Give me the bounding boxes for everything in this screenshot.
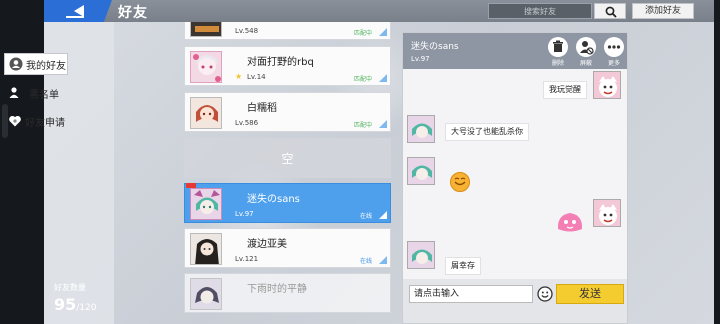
- delete-label: 删除: [551, 60, 564, 67]
- friend-card[interactable]: 对面打野的rbq ★ Lv.14 匹配中: [184, 46, 391, 86]
- block-user-icon: [580, 41, 594, 55]
- chat-header: 迷失のsans Lv.97 删除 屏蔽 更多: [403, 33, 627, 69]
- sidebar-item-label: 好友申请: [25, 117, 65, 129]
- signal-icon: [379, 28, 387, 36]
- friend-level: Lv.548: [235, 27, 259, 35]
- back-icon: [66, 5, 84, 18]
- add-friend-button[interactable]: 添加好友: [632, 3, 694, 19]
- signal-icon: [379, 256, 387, 264]
- friend-avatar: [190, 188, 222, 220]
- friend-avatar: [190, 22, 222, 37]
- friend-chat-avatar: [407, 115, 435, 143]
- signal-icon: [379, 74, 387, 82]
- block-friend-button[interactable]: 屏蔽: [575, 37, 597, 67]
- pink-slime-sticker-icon: [557, 213, 583, 232]
- sidebar-item-label: 我的好友: [26, 60, 66, 72]
- device-bezel-left: [0, 0, 44, 324]
- back-button[interactable]: [44, 0, 112, 22]
- emoji-button-icon[interactable]: [537, 286, 553, 302]
- game-screen: 好友 搜索好友 添加好友 我的好友 黑名单 好友申请 好友数量 95/120 L…: [0, 0, 720, 324]
- message-bubble: 屑幸存: [445, 257, 481, 275]
- blacklist-icon: [9, 87, 19, 98]
- friend-status: 匹配中: [353, 122, 372, 129]
- chat-panel: 迷失のsans Lv.97 删除 屏蔽 更多 我玩觉醒 大号没了也能乱杀你 屑幸…: [402, 32, 628, 324]
- friend-level: Lv.14: [247, 73, 266, 81]
- friend-card[interactable]: Lv.548 匹配中: [184, 22, 391, 40]
- friend-chat-avatar: [407, 157, 435, 185]
- send-button[interactable]: 发送: [556, 284, 624, 304]
- friend-avatar: [190, 51, 222, 83]
- chat-friend-name: 迷失のsans: [411, 42, 459, 52]
- friend-request-icon: [9, 116, 21, 127]
- empty-slot-label: 空: [281, 152, 294, 166]
- chat-input[interactable]: 请点击输入: [409, 285, 533, 303]
- friend-card[interactable]: 白糯稻 Lv.586 匹配中: [184, 92, 391, 132]
- more-label: 更多: [607, 60, 620, 67]
- message-list[interactable]: 我玩觉醒 大号没了也能乱杀你 屑幸存: [403, 69, 627, 279]
- message-bubble: 大号没了也能乱杀你: [445, 123, 529, 141]
- sidebar-item-blacklist[interactable]: 黑名单: [4, 82, 68, 104]
- search-input[interactable]: 搜索好友: [488, 3, 592, 19]
- friend-name: 下雨时的平静: [247, 284, 307, 295]
- friend-avatar: [190, 278, 222, 310]
- signal-icon: [379, 120, 387, 128]
- friend-count-value: 95: [54, 295, 77, 314]
- trash-icon: [553, 40, 563, 52]
- more-options-button[interactable]: 更多: [603, 37, 625, 67]
- search-button[interactable]: [594, 3, 626, 19]
- my-avatar: [593, 199, 621, 227]
- friend-count-label: 好友数量: [54, 283, 86, 292]
- more-icon: [607, 45, 621, 49]
- friend-avatar: [190, 233, 222, 265]
- sidebar-item-label: 黑名单: [29, 89, 59, 101]
- friend-card-selected[interactable]: 迷失のsans Lv.97 在线: [184, 183, 391, 223]
- friend-card[interactable]: 下雨时的平静: [184, 273, 391, 313]
- friends-icon: [9, 57, 23, 71]
- search-icon: [605, 6, 617, 18]
- empty-slot: 空: [184, 138, 391, 178]
- delete-friend-button[interactable]: 删除: [547, 37, 569, 67]
- chat-friend-level: Lv.97: [411, 55, 430, 63]
- friend-list[interactable]: Lv.548 匹配中 对面打野的rbq ★ Lv.14 匹配中 白糯稻 Lv.5…: [184, 22, 391, 324]
- block-label: 屏蔽: [579, 60, 592, 67]
- smile-emoji-icon: [450, 172, 470, 192]
- sidebar-item-friend-requests[interactable]: 好友申请: [4, 110, 68, 132]
- my-avatar: [593, 71, 621, 99]
- friend-name: 对面打野的rbq: [247, 57, 314, 68]
- friend-count: 95/120: [54, 295, 96, 314]
- device-bezel-right: [714, 0, 720, 324]
- friend-level: Lv.97: [235, 210, 254, 218]
- friend-name: 迷失のsans: [247, 194, 300, 205]
- sidebar-item-my-friends[interactable]: 我的好友: [4, 53, 68, 75]
- friend-chat-avatar: [407, 241, 435, 269]
- friend-level: Lv.586: [235, 119, 259, 127]
- friend-card[interactable]: 渡边亚美 Lv.121 在线: [184, 228, 391, 268]
- friend-name: 白糯稻: [247, 103, 277, 114]
- star-icon: ★: [235, 72, 243, 81]
- friend-status: 在线: [359, 213, 372, 220]
- message-bubble: 我玩觉醒: [543, 81, 587, 99]
- friend-status: 匹配中: [353, 76, 372, 83]
- friend-avatar: [190, 97, 222, 129]
- friend-level: Lv.121: [235, 255, 259, 263]
- friend-status: 在线: [359, 258, 372, 265]
- signal-icon: [379, 211, 387, 219]
- friend-status: 匹配中: [353, 30, 372, 37]
- chat-input-bar: 请点击输入 发送: [403, 279, 627, 323]
- friend-name: 渡边亚美: [247, 239, 287, 250]
- friend-count-max: /120: [76, 303, 97, 313]
- page-title: 好友: [118, 5, 148, 21]
